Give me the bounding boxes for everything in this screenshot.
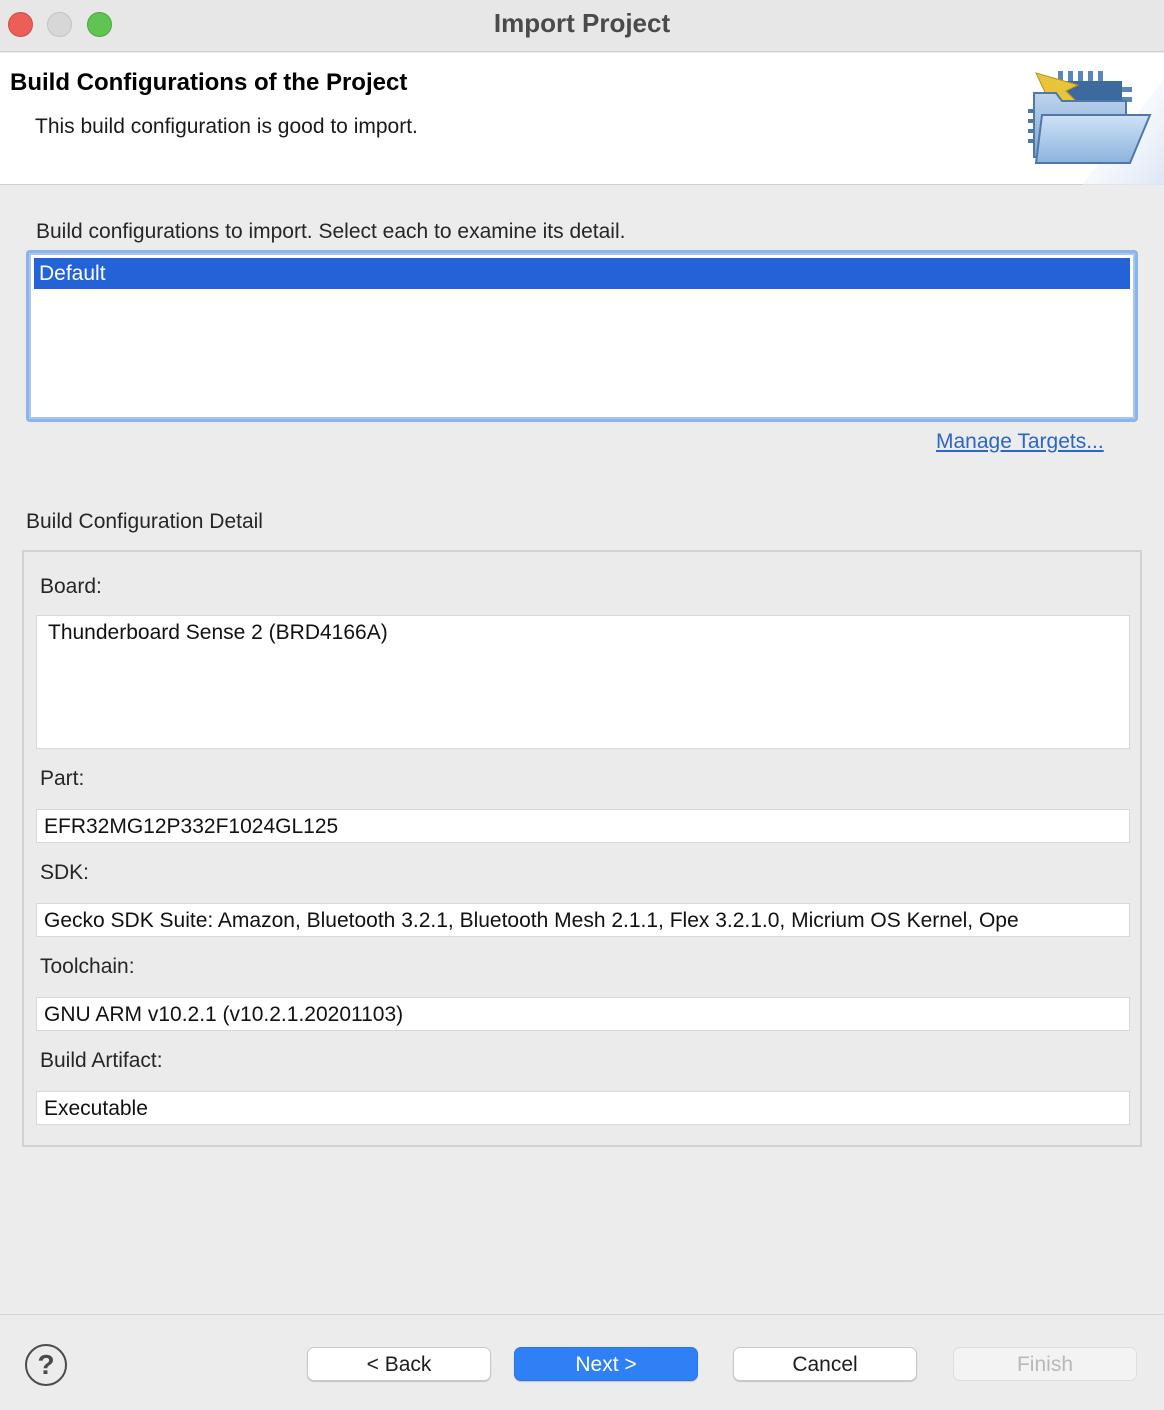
build-configurations-list[interactable]: Default	[26, 250, 1138, 422]
list-item-default[interactable]: Default	[34, 258, 1130, 289]
finish-button[interactable]: Finish	[953, 1347, 1137, 1381]
help-icon[interactable]: ?	[25, 1344, 67, 1386]
cancel-button[interactable]: Cancel	[733, 1347, 917, 1381]
sdk-label: SDK:	[40, 861, 90, 884]
sdk-field[interactable]: Gecko SDK Suite: Amazon, Bluetooth 3.2.1…	[36, 903, 1130, 937]
window-title: Import Project	[493, 8, 671, 38]
build-artifact-field[interactable]: Executable	[36, 1091, 1130, 1125]
toolchain-label: Toolchain:	[40, 955, 135, 978]
board-field[interactable]: Thunderboard Sense 2 (BRD4166A)	[36, 615, 1130, 749]
configurations-label: Build configurations to import. Select e…	[36, 220, 626, 243]
back-button[interactable]: < Back	[307, 1347, 491, 1381]
window-titlebar: Import Project	[0, 0, 1164, 52]
manage-targets-link[interactable]: Manage Targets...	[936, 430, 1104, 454]
part-field[interactable]: EFR32MG12P332F1024GL125	[36, 809, 1130, 843]
page-title: Build Configurations of the Project	[10, 69, 408, 96]
toolchain-field[interactable]: GNU ARM v10.2.1 (v10.2.1.20201103)	[36, 997, 1130, 1031]
footer-divider	[0, 1314, 1164, 1315]
board-label: Board:	[40, 575, 102, 598]
build-artifact-label: Build Artifact:	[40, 1049, 163, 1072]
next-button[interactable]: Next >	[514, 1347, 698, 1381]
detail-section-label: Build Configuration Detail	[26, 510, 263, 533]
folder-import-icon	[1028, 71, 1164, 185]
wizard-banner: Build Configurations of the Project This…	[0, 53, 1164, 185]
page-description: This build configuration is good to impo…	[35, 115, 418, 138]
build-configuration-detail-group: Board: Thunderboard Sense 2 (BRD4166A) P…	[22, 550, 1142, 1147]
part-label: Part:	[40, 767, 85, 790]
